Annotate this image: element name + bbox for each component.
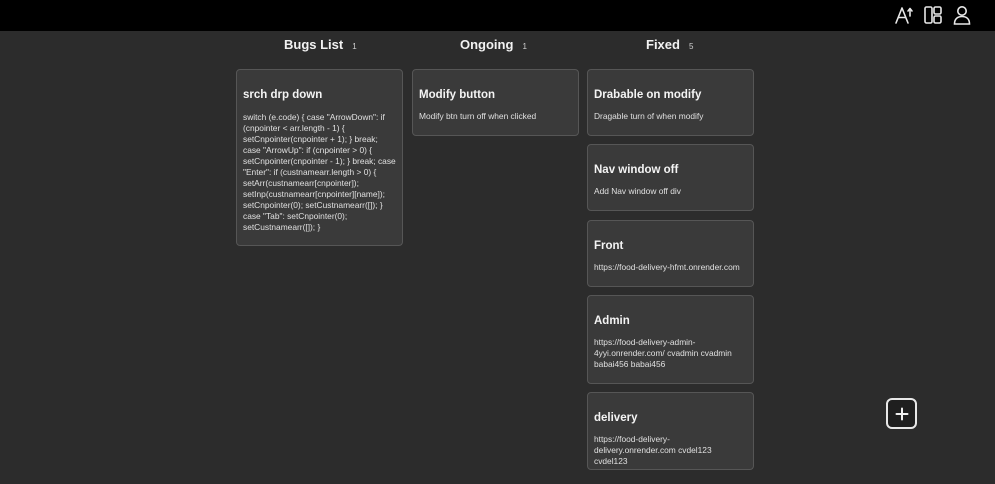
column-header-fixed: Fixed 5: [646, 37, 693, 55]
card-title: srch drp down: [243, 89, 323, 101]
card-title: Front: [594, 240, 624, 252]
user-icon[interactable]: [951, 4, 973, 26]
card-description: Dragable turn of when modify: [594, 111, 704, 121]
column-title: Fixed: [646, 37, 680, 52]
task-card[interactable]: delivery https://food-delivery-delivery.…: [587, 392, 754, 470]
column-count: 1: [522, 42, 527, 51]
card-description: https://food-delivery-delivery.onrender.…: [594, 434, 712, 466]
task-card[interactable]: Admin https://food-delivery-admin-4yyi.o…: [587, 295, 754, 384]
top-bar: [0, 0, 995, 31]
card-description: Modify btn turn off when clicked: [419, 111, 537, 121]
column-count: 5: [688, 42, 694, 51]
task-card[interactable]: Drabable on modify Dragable turn of when…: [587, 69, 754, 136]
column-header-ongoing: Ongoing 1: [460, 37, 527, 55]
task-card[interactable]: Front https://food-delivery-hfmt.onrende…: [587, 220, 754, 287]
card-title: Nav window off: [594, 164, 679, 176]
card-title: delivery: [594, 412, 638, 424]
column-count: 1: [352, 42, 357, 51]
font-size-icon[interactable]: [893, 4, 915, 26]
column-title: Bugs List: [284, 37, 344, 52]
card-title: Admin: [594, 315, 630, 327]
card-description: https://food-delivery-hfmt.onrender.com: [594, 262, 740, 272]
column-title: Ongoing: [460, 37, 514, 52]
card-title: Drabable on modify: [594, 89, 702, 101]
card-description: switch (e.code) { case "ArrowDown": if (…: [243, 112, 396, 232]
layout-columns-icon[interactable]: [922, 4, 944, 26]
card-description: Add Nav window off div: [594, 186, 681, 196]
card-title: Modify button: [419, 89, 496, 101]
plus-icon: [895, 407, 908, 420]
add-task-button[interactable]: [886, 398, 917, 429]
card-description: https://food-delivery-admin-4yyi.onrende…: [594, 337, 732, 369]
task-card[interactable]: Modify button Modify btn turn off when c…: [412, 69, 579, 136]
task-card[interactable]: Nav window off Add Nav window off div: [587, 144, 754, 211]
task-card[interactable]: srch drp down switch (e.code) { case "Ar…: [236, 69, 403, 246]
column-header-bugs-list: Bugs List 1: [284, 37, 357, 55]
